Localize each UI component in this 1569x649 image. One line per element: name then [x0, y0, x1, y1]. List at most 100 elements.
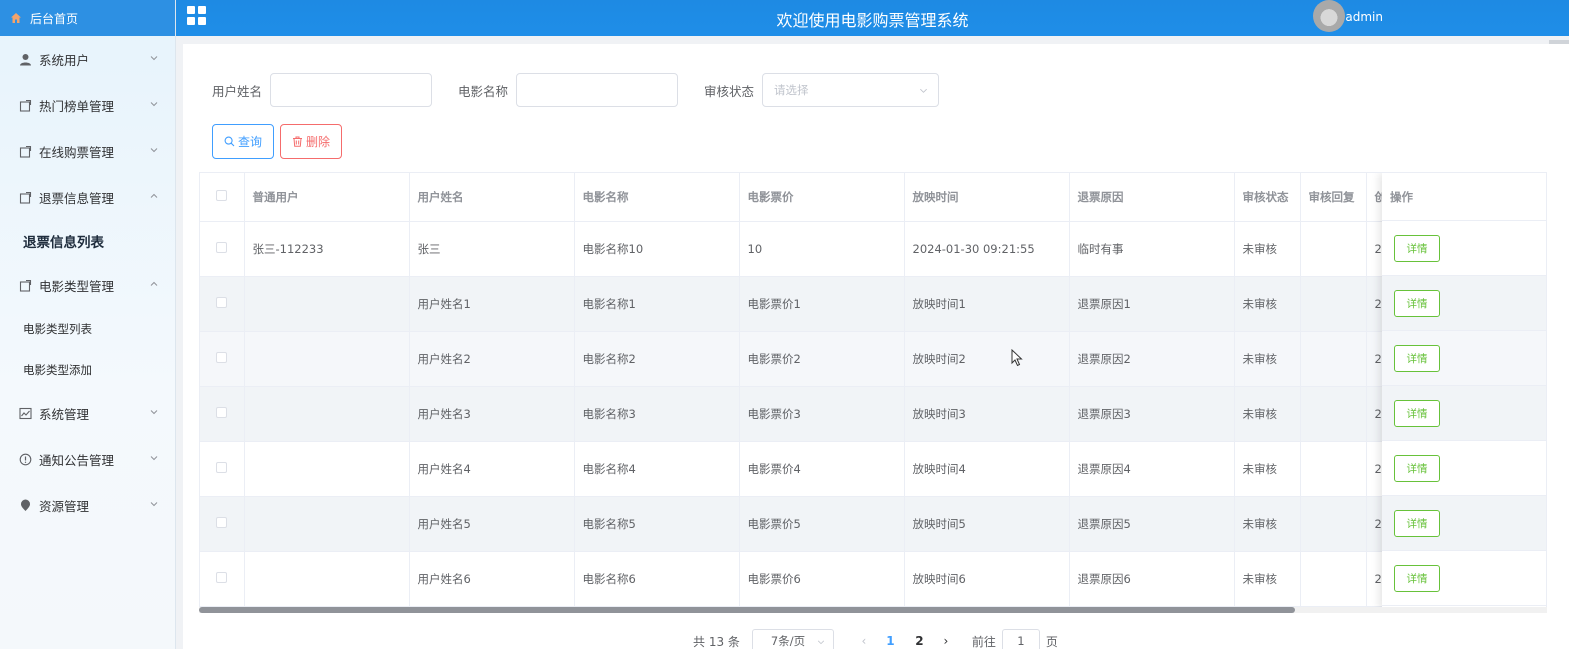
column-header: 审核状态	[1234, 173, 1301, 222]
table-cell	[1300, 496, 1367, 552]
sidebar-item-label: 在线购票管理	[39, 144, 115, 160]
sidebar-item-label: 系统用户	[39, 52, 90, 68]
detail-button[interactable]: 详情	[1394, 454, 1440, 482]
table-cell: 退票原因6	[1069, 551, 1235, 607]
table-row: 用户姓名2 电影名称2 电影票价2 放映时间2 退票原因2 未审核 20	[200, 331, 1546, 387]
avatar[interactable]	[1313, 0, 1345, 32]
sidebar-item-system-users[interactable]: 系统用户	[0, 36, 175, 82]
info-circle-icon	[18, 452, 32, 466]
table-cell: 用户姓名2	[409, 331, 575, 387]
query-button-label: 查询	[237, 135, 262, 149]
operation-cell: 详情	[1382, 331, 1546, 386]
row-checkbox[interactable]	[216, 351, 228, 363]
table-horizontal-scrollbar[interactable]	[199, 607, 1547, 613]
row-checkbox[interactable]	[216, 461, 228, 473]
table-cell	[244, 276, 410, 332]
table-cell: 未审核	[1234, 331, 1301, 387]
sidebar-item-movie-type[interactable]: 电影类型管理	[0, 262, 175, 308]
sidebar-subitem-movie-type-add[interactable]: 电影类型添加	[0, 349, 175, 390]
row-checkbox[interactable]	[216, 516, 228, 528]
delete-button[interactable]: 删除	[280, 124, 342, 159]
sidebar-subitem-refund-list[interactable]: 退票信息列表	[0, 220, 175, 262]
table-cell: 电影票价4	[739, 441, 905, 497]
table-cell: 电影票价5	[739, 496, 905, 552]
chevron-down-icon	[150, 102, 158, 107]
page-number[interactable]: 2	[905, 634, 934, 648]
chevron-down-icon	[150, 56, 158, 61]
detail-button[interactable]: 详情	[1394, 564, 1440, 592]
row-checkbox[interactable]	[216, 571, 228, 583]
movie-name-input[interactable]	[516, 73, 679, 107]
goto-suffix: 页	[1045, 634, 1058, 649]
chevron-down-icon	[150, 502, 158, 507]
user-name-input[interactable]	[270, 73, 433, 107]
table-cell	[244, 331, 410, 387]
table-row: 用户姓名5 电影名称5 电影票价5 放映时间5 退票原因5 未审核 20	[200, 496, 1546, 552]
column-header: 电影名称	[574, 173, 740, 222]
row-checkbox[interactable]	[216, 406, 228, 418]
sidebar-home[interactable]: 后台首页	[0, 0, 175, 36]
page-size-select[interactable]: 7条/页	[751, 629, 834, 649]
sidebar-item-resource[interactable]: 资源管理	[0, 482, 175, 528]
header-username[interactable]: admin	[1345, 10, 1383, 24]
page-number[interactable]: 1	[876, 634, 905, 648]
sidebar-item-online-ticket[interactable]: 在线购票管理	[0, 128, 175, 174]
chevron-down-icon	[920, 88, 928, 93]
table-cell	[1300, 276, 1367, 332]
table-row: 张三-112233 张三 电影名称10 10 2024-01-30 09:21:…	[200, 221, 1546, 277]
table-cell: 用户姓名5	[409, 496, 575, 552]
user-name-label: 用户姓名	[212, 83, 263, 99]
detail-button[interactable]: 详情	[1394, 399, 1440, 427]
row-checkbox[interactable]	[216, 296, 228, 308]
prev-page-button[interactable]: ‹	[852, 634, 876, 648]
table-cell	[244, 386, 410, 442]
column-header: 普通用户	[244, 173, 410, 222]
sidebar-item-refund-info[interactable]: 退票信息管理	[0, 174, 175, 220]
operation-cell: 详情	[1382, 496, 1546, 551]
box-icon	[18, 278, 32, 292]
query-button[interactable]: 查询	[212, 124, 274, 159]
box-icon	[18, 144, 32, 158]
box-icon	[18, 98, 32, 112]
next-page-button[interactable]: ›	[934, 634, 958, 648]
operation-cell: 详情	[1382, 221, 1546, 276]
action-buttons: 查询 删除	[212, 124, 342, 159]
select-all-checkbox[interactable]	[216, 189, 228, 201]
table-cell: 2024-01-30 09:21:55	[904, 221, 1070, 277]
table-cell: 放映时间2	[904, 331, 1070, 387]
operation-cell: 详情	[1382, 276, 1546, 331]
pagination-total: 共 13 条	[693, 634, 740, 649]
chevron-down-icon	[150, 456, 158, 461]
sidebar-item-label: 退票信息管理	[39, 190, 115, 206]
pagination: 共 13 条 7条/页 ‹ 1 2 › 前往 1 页	[693, 629, 1058, 649]
table-cell: 未审核	[1234, 276, 1301, 332]
row-checkbox-cell	[200, 276, 245, 332]
table-cell: 电影票价2	[739, 331, 905, 387]
goto-page-input[interactable]: 1	[1001, 629, 1040, 649]
detail-button[interactable]: 详情	[1394, 509, 1440, 537]
detail-button[interactable]: 详情	[1394, 289, 1440, 317]
sidebar-subitem-movie-type-list[interactable]: 电影类型列表	[0, 308, 175, 349]
sidebar-item-notice[interactable]: 通知公告管理	[0, 436, 175, 482]
operation-column: 操作 详情 详情 详情 详情 详情 详情 详情	[1382, 173, 1546, 609]
table-row: 用户姓名4 电影名称4 电影票价4 放映时间4 退票原因4 未审核 20	[200, 441, 1546, 497]
sidebar-item-hot-list[interactable]: 热门榜单管理	[0, 82, 175, 128]
refund-table: 普通用户 用户姓名 电影名称 电影票价 放映时间 退票原因 审核状态 审核回复 …	[199, 172, 1547, 613]
user-icon	[18, 52, 32, 66]
sidebar: 后台首页 系统用户 热门榜单管理 在线购票管理 退票信息管理 退票信息列表 电影…	[0, 0, 176, 649]
table-cell: 电影名称1	[574, 276, 740, 332]
home-icon	[10, 12, 22, 24]
row-checkbox-cell	[200, 386, 245, 442]
scrollbar-thumb[interactable]	[199, 607, 1295, 613]
table-cell: 电影票价1	[739, 276, 905, 332]
detail-button[interactable]: 详情	[1394, 344, 1440, 372]
table-cell: 退票原因3	[1069, 386, 1235, 442]
row-checkbox[interactable]	[216, 241, 228, 253]
table-cell: 电影名称3	[574, 386, 740, 442]
column-header: 退票原因	[1069, 173, 1235, 222]
status-select[interactable]: 请选择	[762, 73, 940, 107]
detail-button[interactable]: 详情	[1394, 234, 1440, 262]
chevron-up-icon	[150, 193, 158, 198]
sidebar-item-system-manage[interactable]: 系统管理	[0, 390, 175, 436]
chevron-up-icon	[150, 281, 158, 286]
